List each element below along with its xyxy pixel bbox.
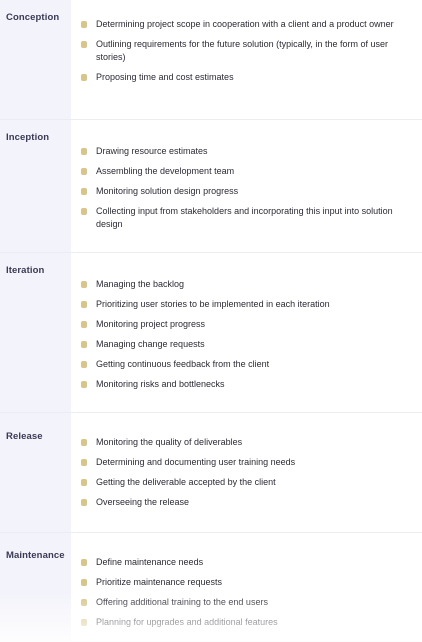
bullet-icon — [81, 21, 87, 28]
list-item: Monitoring risks and bottlenecks — [81, 378, 412, 391]
list-item: Managing the backlog — [81, 278, 412, 291]
bullet-icon — [81, 281, 87, 288]
phase-inception: Inception Drawing resource estimates Ass… — [0, 120, 422, 253]
phase-task-list: Drawing resource estimates Assembling th… — [71, 120, 422, 252]
phase-label: Maintenance — [0, 533, 71, 641]
list-item: Assembling the development team — [81, 165, 412, 178]
list-item: Offering additional training to the end … — [81, 596, 412, 609]
list-item: Managing change requests — [81, 338, 412, 351]
list-item: Overseeing the release — [81, 496, 412, 509]
bullet-icon — [81, 559, 87, 566]
phase-task-list: Determining project scope in cooperation… — [71, 0, 422, 119]
phase-label: Release — [0, 413, 71, 532]
list-item: Proposing time and cost estimates — [81, 71, 412, 84]
list-item: Planning for upgrades and additional fea… — [81, 616, 412, 629]
bullet-icon — [81, 439, 87, 446]
phase-iteration: Iteration Managing the backlog Prioritiz… — [0, 253, 422, 413]
list-item: Outlining requirements for the future so… — [81, 38, 412, 64]
phases-table: Conception Determining project scope in … — [0, 0, 422, 642]
list-item: Define maintenance needs — [81, 556, 412, 569]
phase-conception: Conception Determining project scope in … — [0, 0, 422, 120]
bullet-icon — [81, 579, 87, 586]
phase-label: Inception — [0, 120, 71, 252]
phase-task-list: Managing the backlog Prioritizing user s… — [71, 253, 422, 412]
bullet-icon — [81, 479, 87, 486]
list-item: Monitoring the quality of deliverables — [81, 436, 412, 449]
bullet-icon — [81, 208, 87, 215]
list-item: Prioritize maintenance requests — [81, 576, 412, 589]
list-item: Getting the deliverable accepted by the … — [81, 476, 412, 489]
list-item: Drawing resource estimates — [81, 145, 412, 158]
bullet-icon — [81, 301, 87, 308]
bullet-icon — [81, 619, 87, 626]
bullet-icon — [81, 599, 87, 606]
list-item: Monitoring project progress — [81, 318, 412, 331]
bullet-icon — [81, 341, 87, 348]
bullet-icon — [81, 361, 87, 368]
list-item: Prioritizing user stories to be implemen… — [81, 298, 412, 311]
phase-label: Iteration — [0, 253, 71, 412]
list-item: Collecting input from stakeholders and i… — [81, 205, 412, 231]
bullet-icon — [81, 168, 87, 175]
phase-task-list: Define maintenance needs Prioritize main… — [71, 533, 422, 641]
phase-task-list: Monitoring the quality of deliverables D… — [71, 413, 422, 532]
list-item: Determining project scope in cooperation… — [81, 18, 412, 31]
bullet-icon — [81, 459, 87, 466]
bullet-icon — [81, 41, 87, 48]
bullet-icon — [81, 74, 87, 81]
bullet-icon — [81, 321, 87, 328]
list-item: Monitoring solution design progress — [81, 185, 412, 198]
list-item: Getting continuous feedback from the cli… — [81, 358, 412, 371]
phase-label: Conception — [0, 0, 71, 119]
bullet-icon — [81, 381, 87, 388]
phase-release: Release Monitoring the quality of delive… — [0, 413, 422, 533]
bullet-icon — [81, 499, 87, 506]
phase-maintenance: Maintenance Define maintenance needs Pri… — [0, 533, 422, 642]
bullet-icon — [81, 148, 87, 155]
list-item: Determining and documenting user trainin… — [81, 456, 412, 469]
bullet-icon — [81, 188, 87, 195]
